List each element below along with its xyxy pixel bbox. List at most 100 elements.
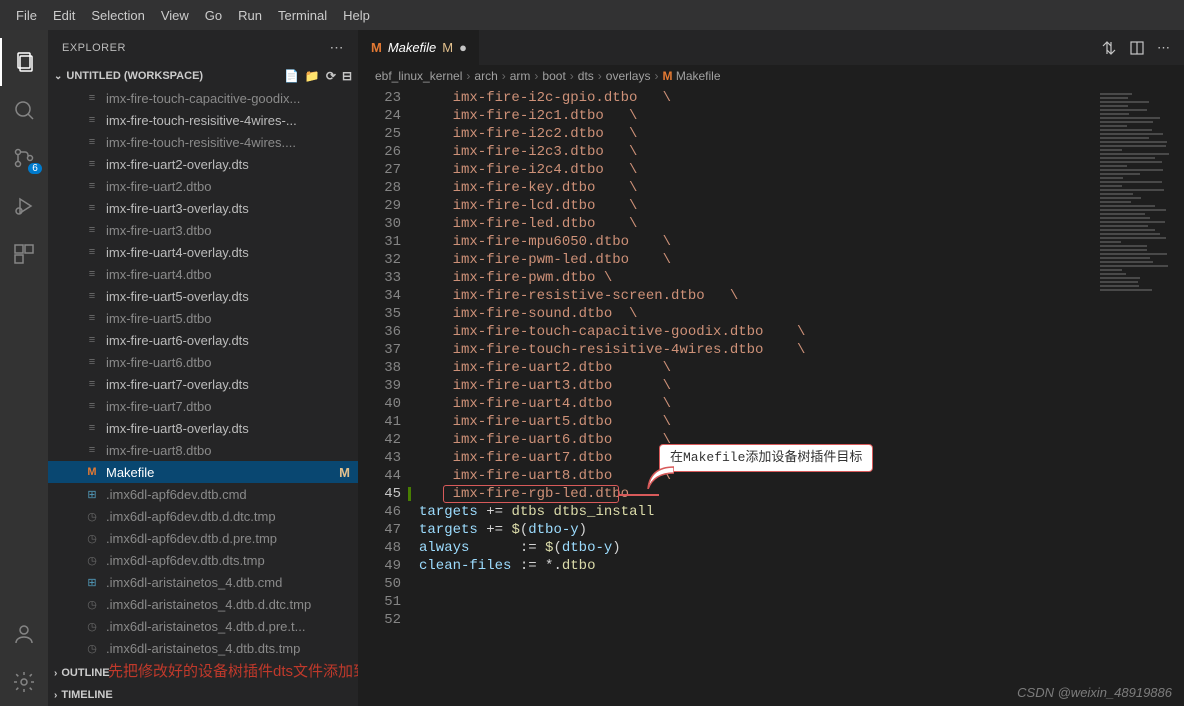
- chevron-right-icon: ›: [598, 69, 602, 83]
- new-file-icon[interactable]: 📄: [284, 69, 299, 83]
- explorer-icon[interactable]: [0, 38, 48, 86]
- file-row[interactable]: ≡imx-fire-touch-capacitive-goodix...: [48, 87, 358, 109]
- clock-icon: ◷: [84, 596, 100, 612]
- chevron-right-icon: ›: [654, 69, 658, 83]
- more-icon[interactable]: ⋯: [1157, 40, 1170, 56]
- file-row[interactable]: ≡imx-fire-touch-resisitive-4wires-...: [48, 109, 358, 131]
- file-label: .imx6dl-aristainetos_4.dtb.cmd: [106, 575, 282, 590]
- sidebar-title: EXPLORER: [62, 42, 126, 54]
- file-label: .imx6dl-apf6dev.dtb.cmd: [106, 487, 247, 502]
- annotation-highlight: [443, 485, 619, 503]
- dts-icon: ≡: [84, 90, 100, 106]
- file-row[interactable]: ≡imx-fire-uart5.dtbo: [48, 307, 358, 329]
- file-label: .imx6dl-apf6dev.dtb.dts.tmp: [106, 553, 265, 568]
- dts-icon: ≡: [84, 244, 100, 260]
- file-row[interactable]: MMakefileM: [48, 461, 358, 483]
- outline-label: OUTLINE: [61, 667, 109, 679]
- file-row[interactable]: ≡imx-fire-uart7-overlay.dts: [48, 373, 358, 395]
- close-icon[interactable]: ●: [459, 40, 467, 55]
- file-row[interactable]: ≡imx-fire-touch-resisitive-4wires....: [48, 131, 358, 153]
- code-content[interactable]: 在Makefile添加设备树插件目标 imx-fire-i2c-gpio.dtb…: [419, 87, 1094, 706]
- code-line: always := $(dtbo-y): [419, 539, 1094, 557]
- file-label: .imx6dl-aristainetos_4.dtb.d.pre.t...: [106, 619, 305, 634]
- editor: M Makefile M ● ⋯ ebf_linux_kernel › arch › a…: [358, 30, 1184, 706]
- more-icon[interactable]: ⋯: [330, 39, 345, 56]
- file-row[interactable]: ≡imx-fire-uart8.dtbo: [48, 439, 358, 461]
- menu-edit[interactable]: Edit: [45, 8, 83, 23]
- code-line: imx-fire-led.dtbo \: [419, 215, 1094, 233]
- file-row[interactable]: ≡imx-fire-uart5-overlay.dts: [48, 285, 358, 307]
- chevron-right-icon: ›: [570, 69, 574, 83]
- workspace-header[interactable]: ⌄ UNTITLED (WORKSPACE) 📄 📁 ⟳ ⊟: [48, 65, 358, 87]
- menu-view[interactable]: View: [153, 8, 197, 23]
- menu-selection[interactable]: Selection: [83, 8, 152, 23]
- new-folder-icon[interactable]: 📁: [305, 69, 320, 83]
- settings-icon[interactable]: [0, 658, 48, 706]
- file-row[interactable]: ◷.imx6dl-aristainetos_4.dtb.d.pre.t...: [48, 615, 358, 637]
- refresh-icon[interactable]: ⟳: [326, 69, 336, 83]
- menu-terminal[interactable]: Terminal: [270, 8, 335, 23]
- watermark: CSDN @weixin_48919886: [1017, 685, 1172, 700]
- collapse-icon[interactable]: ⊟: [342, 69, 352, 83]
- dts-icon: ≡: [84, 178, 100, 194]
- chevron-right-icon: ›: [54, 690, 57, 701]
- search-icon[interactable]: [0, 86, 48, 134]
- file-label: imx-fire-uart6-overlay.dts: [106, 333, 249, 348]
- file-label: imx-fire-uart3.dtbo: [106, 223, 211, 238]
- file-row[interactable]: ⊞.imx6dl-apf6dev.dtb.cmd: [48, 483, 358, 505]
- tab-label: Makefile: [388, 40, 436, 55]
- breadcrumb-item[interactable]: overlays: [606, 69, 651, 83]
- file-row[interactable]: ≡imx-fire-uart4.dtbo: [48, 263, 358, 285]
- tab-makefile[interactable]: M Makefile M ●: [359, 30, 479, 65]
- code-line: imx-fire-touch-resisitive-4wires.dtbo \: [419, 341, 1094, 359]
- minimap[interactable]: [1094, 87, 1184, 706]
- timeline-header[interactable]: › TIMELINE: [48, 684, 358, 706]
- file-row[interactable]: ≡imx-fire-uart3.dtbo: [48, 219, 358, 241]
- scm-icon[interactable]: 6: [0, 134, 48, 182]
- account-icon[interactable]: [0, 610, 48, 658]
- file-label: Makefile: [106, 465, 154, 480]
- breadcrumb-item[interactable]: M Makefile: [662, 69, 720, 83]
- code-line: imx-fire-uart4.dtbo \: [419, 395, 1094, 413]
- compare-icon[interactable]: [1101, 40, 1117, 56]
- debug-icon[interactable]: [0, 182, 48, 230]
- annotation-note: 先把修改好的设备树插件dts文件添加到Makefile同级目录: [108, 660, 358, 681]
- win-icon: ⊞: [84, 574, 100, 590]
- outline-header[interactable]: › OUTLINE 先把修改好的设备树插件dts文件添加到Makefile同级目…: [48, 662, 358, 684]
- breadcrumb-item[interactable]: boot: [542, 69, 565, 83]
- file-row[interactable]: ≡imx-fire-uart6.dtbo: [48, 351, 358, 373]
- file-row[interactable]: ≡imx-fire-uart3-overlay.dts: [48, 197, 358, 219]
- dts-icon: ≡: [84, 112, 100, 128]
- breadcrumb-item[interactable]: dts: [578, 69, 594, 83]
- extensions-icon[interactable]: [0, 230, 48, 278]
- dts-icon: ≡: [84, 156, 100, 172]
- menu-file[interactable]: File: [8, 8, 45, 23]
- dts-icon: ≡: [84, 398, 100, 414]
- explorer-sidebar: EXPLORER ⋯ ⌄ UNTITLED (WORKSPACE) 📄 📁 ⟳ …: [48, 30, 358, 706]
- file-row[interactable]: ◷.imx6dl-aristainetos_4.dtb.dts.tmp: [48, 637, 358, 659]
- file-row[interactable]: ≡imx-fire-uart4-overlay.dts: [48, 241, 358, 263]
- breadcrumbs[interactable]: ebf_linux_kernel›arch›arm›boot›dts›overl…: [359, 65, 1184, 87]
- file-row[interactable]: ◷.imx6dl-aristainetos_4.dtb.d.dtc.tmp: [48, 593, 358, 615]
- file-row[interactable]: ≡ imx-fire-uart2-overlay.dts: [48, 153, 358, 175]
- file-row[interactable]: ≡imx-fire-uart8-overlay.dts: [48, 417, 358, 439]
- file-row[interactable]: ≡imx-fire-uart2.dtbo: [48, 175, 358, 197]
- file-row[interactable]: ◷.imx6dl-apf6dev.dtb.d.dtc.tmp: [48, 505, 358, 527]
- menu-run[interactable]: Run: [230, 8, 270, 23]
- file-label: imx-fire-uart2-overlay.dts: [106, 157, 249, 172]
- make-icon: M: [84, 464, 100, 480]
- menu-help[interactable]: Help: [335, 8, 378, 23]
- breadcrumb-item[interactable]: arm: [510, 69, 531, 83]
- file-row[interactable]: ≡imx-fire-uart6-overlay.dts: [48, 329, 358, 351]
- code-line: imx-fire-uart2.dtbo \: [419, 359, 1094, 377]
- file-row[interactable]: ◷.imx6dl-apf6dev.dtb.d.pre.tmp: [48, 527, 358, 549]
- code-line: imx-fire-touch-capacitive-goodix.dtbo \: [419, 323, 1094, 341]
- file-row[interactable]: ◷.imx6dl-apf6dev.dtb.dts.tmp: [48, 549, 358, 571]
- breadcrumb-item[interactable]: ebf_linux_kernel: [375, 69, 462, 83]
- file-row[interactable]: ⊞ .imx6dl-aristainetos_4.dtb.cmd: [48, 571, 358, 593]
- chevron-right-icon: ›: [502, 69, 506, 83]
- breadcrumb-item[interactable]: arch: [474, 69, 497, 83]
- menu-go[interactable]: Go: [197, 8, 230, 23]
- split-icon[interactable]: [1129, 40, 1145, 56]
- file-row[interactable]: ≡imx-fire-uart7.dtbo: [48, 395, 358, 417]
